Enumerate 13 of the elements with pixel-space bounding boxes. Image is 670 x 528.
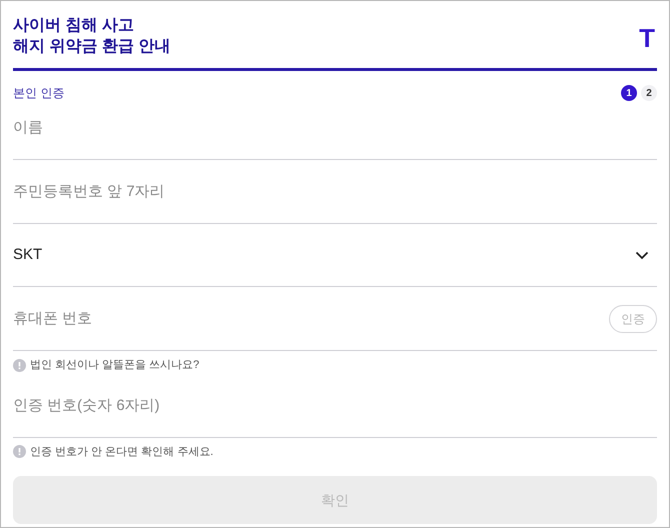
page-title: 사이버 침해 사고 해지 위약금 환급 안내 (13, 16, 170, 57)
carrier-select[interactable]: SKT (13, 224, 657, 287)
hint-text: 법인 회선이나 알뜰폰을 쓰시나요? (30, 358, 200, 373)
info-icon (13, 358, 26, 372)
input-field[interactable]: 인증 번호(숫자 6자리) (13, 374, 657, 436)
logo: T (639, 25, 655, 51)
input-field[interactable]: 주민등록번호 앞 7자리 (13, 160, 657, 223)
hint-text: 인증 번호가 안 온다면 확인해 주세요. (30, 444, 214, 460)
info-icon (13, 445, 26, 458)
step-indicator: 1 (621, 85, 637, 101)
input-field[interactable]: 휴대폰 번호 (13, 287, 609, 350)
chevron-down-icon (635, 250, 649, 260)
step-indicator: 2 (641, 85, 657, 101)
